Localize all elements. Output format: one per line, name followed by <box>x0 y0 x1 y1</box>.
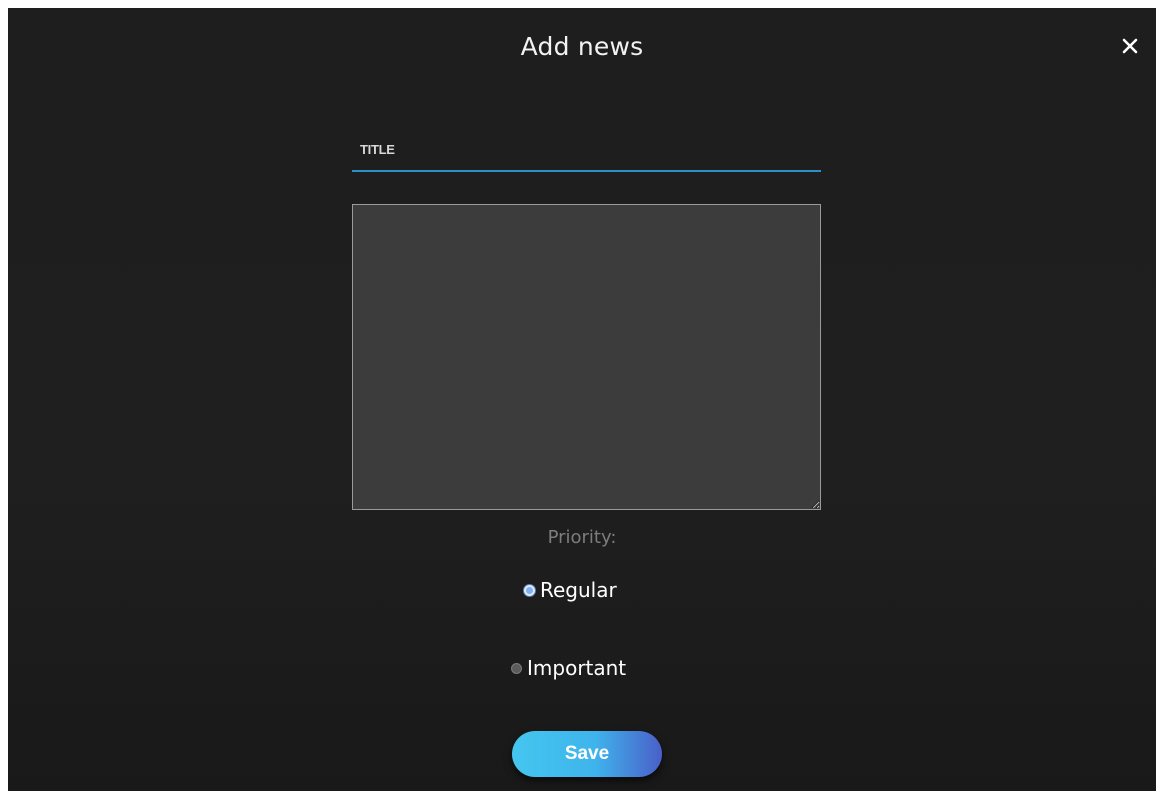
title-input[interactable] <box>352 128 821 172</box>
modal-title: Add news <box>520 32 644 61</box>
save-button[interactable]: Save <box>512 731 662 777</box>
title-field <box>352 128 821 173</box>
radio-checked-icon[interactable] <box>524 584 535 596</box>
close-button[interactable] <box>1118 34 1142 58</box>
priority-option-label: Regular <box>540 578 617 602</box>
news-body-textarea[interactable] <box>352 204 821 510</box>
priority-option-label: Important <box>527 656 627 680</box>
priority-label: Priority: <box>547 527 617 548</box>
close-icon <box>1122 38 1138 54</box>
priority-option-regular[interactable]: Regular <box>524 578 617 602</box>
radio-unchecked-icon[interactable] <box>511 662 522 674</box>
priority-option-important[interactable]: Important <box>511 656 626 680</box>
add-news-modal: Add news Priority: Regular Important Sav… <box>8 8 1156 791</box>
